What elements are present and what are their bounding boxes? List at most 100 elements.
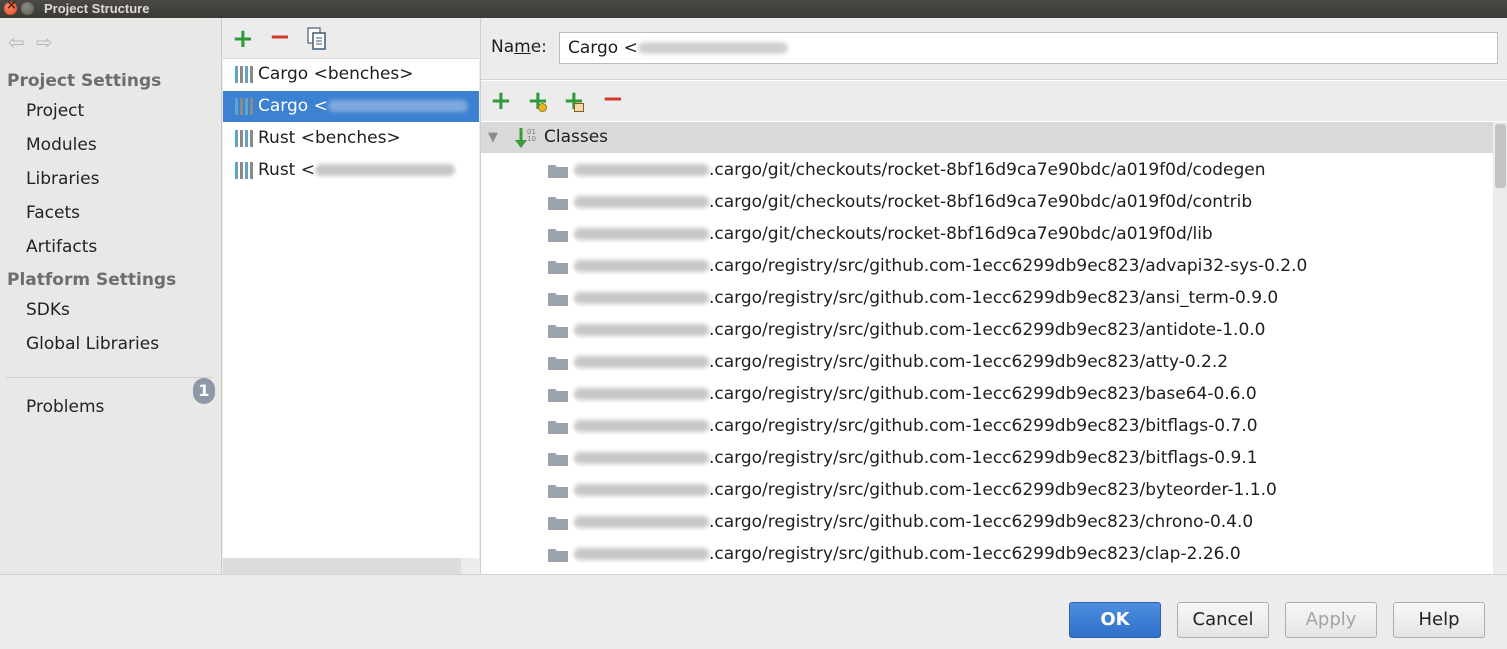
classes-path-text: .cargo/git/checkouts/rocket-8bf16d9ca7e9… (709, 160, 1266, 180)
folder-icon (548, 485, 568, 498)
name-field[interactable]: Cargo < (559, 32, 1498, 64)
remove-icon[interactable]: − (602, 86, 624, 112)
folder-icon (548, 357, 568, 370)
sidebar-item-global-libraries[interactable]: Global Libraries (26, 334, 159, 354)
add-icon[interactable]: + (490, 88, 512, 114)
library-icon (235, 98, 257, 115)
folder-icon (548, 421, 568, 434)
classes-path-text: .cargo/registry/src/github.com-1ecc6299d… (709, 352, 1229, 372)
library-name: Rust <benches> (258, 128, 401, 148)
redacted-path-prefix (574, 292, 709, 304)
folder-icon (548, 389, 568, 402)
classes-toolbar: + + + − (481, 81, 1507, 121)
classes-path-row[interactable]: .cargo/registry/src/github.com-1ecc6299d… (481, 506, 1493, 538)
classes-path-text: .cargo/registry/src/github.com-1ecc6299d… (709, 256, 1308, 276)
folder-icon (548, 325, 568, 338)
redacted-path-prefix (574, 356, 709, 368)
url-badge-icon (574, 103, 584, 112)
classes-path-row[interactable]: .cargo/registry/src/github.com-1ecc6299d… (481, 442, 1493, 474)
scrollbar-thumb[interactable] (1495, 124, 1506, 188)
library-icon (235, 66, 257, 83)
classes-path-row[interactable]: .cargo/registry/src/github.com-1ecc6299d… (481, 538, 1493, 570)
redacted-path-prefix (574, 196, 709, 208)
svg-text:10: 10 (527, 135, 536, 143)
forward-arrow-icon[interactable]: ⇨ (36, 30, 64, 54)
classes-path-text: .cargo/registry/src/github.com-1ecc6299d… (709, 544, 1241, 564)
classes-path-row[interactable]: .cargo/git/checkouts/rocket-8bf16d9ca7e9… (481, 154, 1493, 186)
classes-path-row[interactable]: .cargo/registry/src/github.com-1ecc6299d… (481, 250, 1493, 282)
classes-path-row[interactable]: .cargo/registry/src/github.com-1ecc6299d… (481, 346, 1493, 378)
sidebar-divider (6, 377, 212, 378)
help-button[interactable]: Help (1393, 602, 1485, 638)
classes-path-text: .cargo/registry/src/github.com-1ecc6299d… (709, 320, 1266, 340)
classes-path-text: .cargo/registry/src/github.com-1ecc6299d… (709, 512, 1254, 532)
folder-icon (548, 549, 568, 562)
platform-settings-heading: Platform Settings (7, 270, 177, 290)
classes-path-row[interactable]: .cargo/registry/src/github.com-1ecc6299d… (481, 282, 1493, 314)
classes-sort-icon: 01 10 (515, 128, 536, 148)
library-name: Rust < (258, 160, 315, 180)
copy-library-icon[interactable] (307, 27, 327, 51)
minimize-window-icon[interactable] (21, 2, 34, 15)
redacted-path-prefix (574, 388, 709, 400)
sidebar-item-problems[interactable]: Problems (26, 397, 104, 417)
libraries-horizontal-scrollbar[interactable] (223, 558, 461, 574)
close-window-icon[interactable] (4, 0, 17, 15)
attach-badge-icon (538, 103, 547, 112)
classes-path-row[interactable]: .cargo/registry/src/github.com-1ecc6299d… (481, 410, 1493, 442)
classes-tree: ▼ 01 10 Classes .cargo/git/checkouts/roc… (481, 122, 1493, 574)
classes-path-row[interactable]: .cargo/registry/src/github.com-1ecc6299d… (481, 314, 1493, 346)
cancel-button[interactable]: Cancel (1177, 602, 1269, 638)
classes-path-row[interactable]: .cargo/registry/src/github.com-1ecc6299d… (481, 474, 1493, 506)
library-name: Cargo <benches> (258, 64, 414, 84)
classes-path-text: .cargo/registry/src/github.com-1ecc6299d… (709, 288, 1279, 308)
classes-path-text: .cargo/git/checkouts/rocket-8bf16d9ca7e9… (709, 224, 1213, 244)
redacted-path-prefix (574, 452, 709, 464)
classes-path-text: .cargo/git/checkouts/rocket-8bf16d9ca7e9… (709, 192, 1253, 212)
settings-sidebar: ⇦ ⇨ Project Settings Project Modules Libr… (0, 18, 222, 574)
apply-button[interactable]: Apply (1285, 602, 1377, 638)
classes-label: Classes (544, 127, 609, 147)
classes-vertical-scrollbar[interactable] (1493, 122, 1507, 574)
name-label: Name: (491, 37, 547, 57)
redacted-text (315, 164, 455, 176)
add-library-icon[interactable]: + (232, 26, 254, 52)
redacted-path-prefix (574, 516, 709, 528)
folder-icon (548, 197, 568, 210)
sidebar-item-artifacts[interactable]: Artifacts (26, 237, 97, 257)
project-settings-heading: Project Settings (7, 71, 162, 91)
remove-library-icon[interactable]: − (269, 24, 291, 50)
redacted-path-prefix (574, 548, 709, 560)
title-bar: Project Structure (0, 0, 1507, 18)
redacted-path-prefix (574, 164, 709, 176)
classes-path-text: .cargo/registry/src/github.com-1ecc6299d… (709, 480, 1277, 500)
nav-arrows: ⇦ ⇨ (8, 30, 64, 54)
redacted-text (637, 42, 788, 54)
redacted-path-prefix (574, 228, 709, 240)
redacted-path-prefix (574, 260, 709, 272)
classes-node[interactable]: ▼ 01 10 Classes (481, 122, 1493, 153)
list-item[interactable]: Rust <benches> (223, 123, 479, 154)
library-detail-panel: Name: Cargo < + + + − ▼ 01 10 Classes .c… (480, 18, 1507, 574)
sidebar-item-facets[interactable]: Facets (26, 203, 80, 223)
sidebar-item-sdks[interactable]: SDKs (26, 300, 70, 320)
list-item[interactable]: Cargo < (223, 91, 479, 122)
classes-path-row[interactable]: .cargo/registry/src/github.com-1ecc6299d… (481, 378, 1493, 410)
redacted-text (327, 100, 468, 112)
sidebar-item-project[interactable]: Project (26, 101, 84, 121)
folder-icon (548, 517, 568, 530)
list-item[interactable]: Cargo <benches> (223, 59, 479, 90)
back-arrow-icon[interactable]: ⇦ (8, 30, 36, 54)
sidebar-item-libraries[interactable]: Libraries (26, 169, 99, 189)
redacted-path-prefix (574, 484, 709, 496)
name-row: Name: Cargo < (481, 18, 1507, 80)
folder-icon (548, 229, 568, 242)
classes-path-row[interactable]: .cargo/git/checkouts/rocket-8bf16d9ca7e9… (481, 186, 1493, 218)
collapse-triangle-icon[interactable]: ▼ (488, 122, 498, 153)
list-item[interactable]: Rust < (223, 155, 479, 186)
folder-icon (548, 165, 568, 178)
redacted-path-prefix (574, 420, 709, 432)
classes-path-row[interactable]: .cargo/git/checkouts/rocket-8bf16d9ca7e9… (481, 218, 1493, 250)
sidebar-item-modules[interactable]: Modules (26, 135, 97, 155)
ok-button[interactable]: OK (1069, 602, 1161, 638)
